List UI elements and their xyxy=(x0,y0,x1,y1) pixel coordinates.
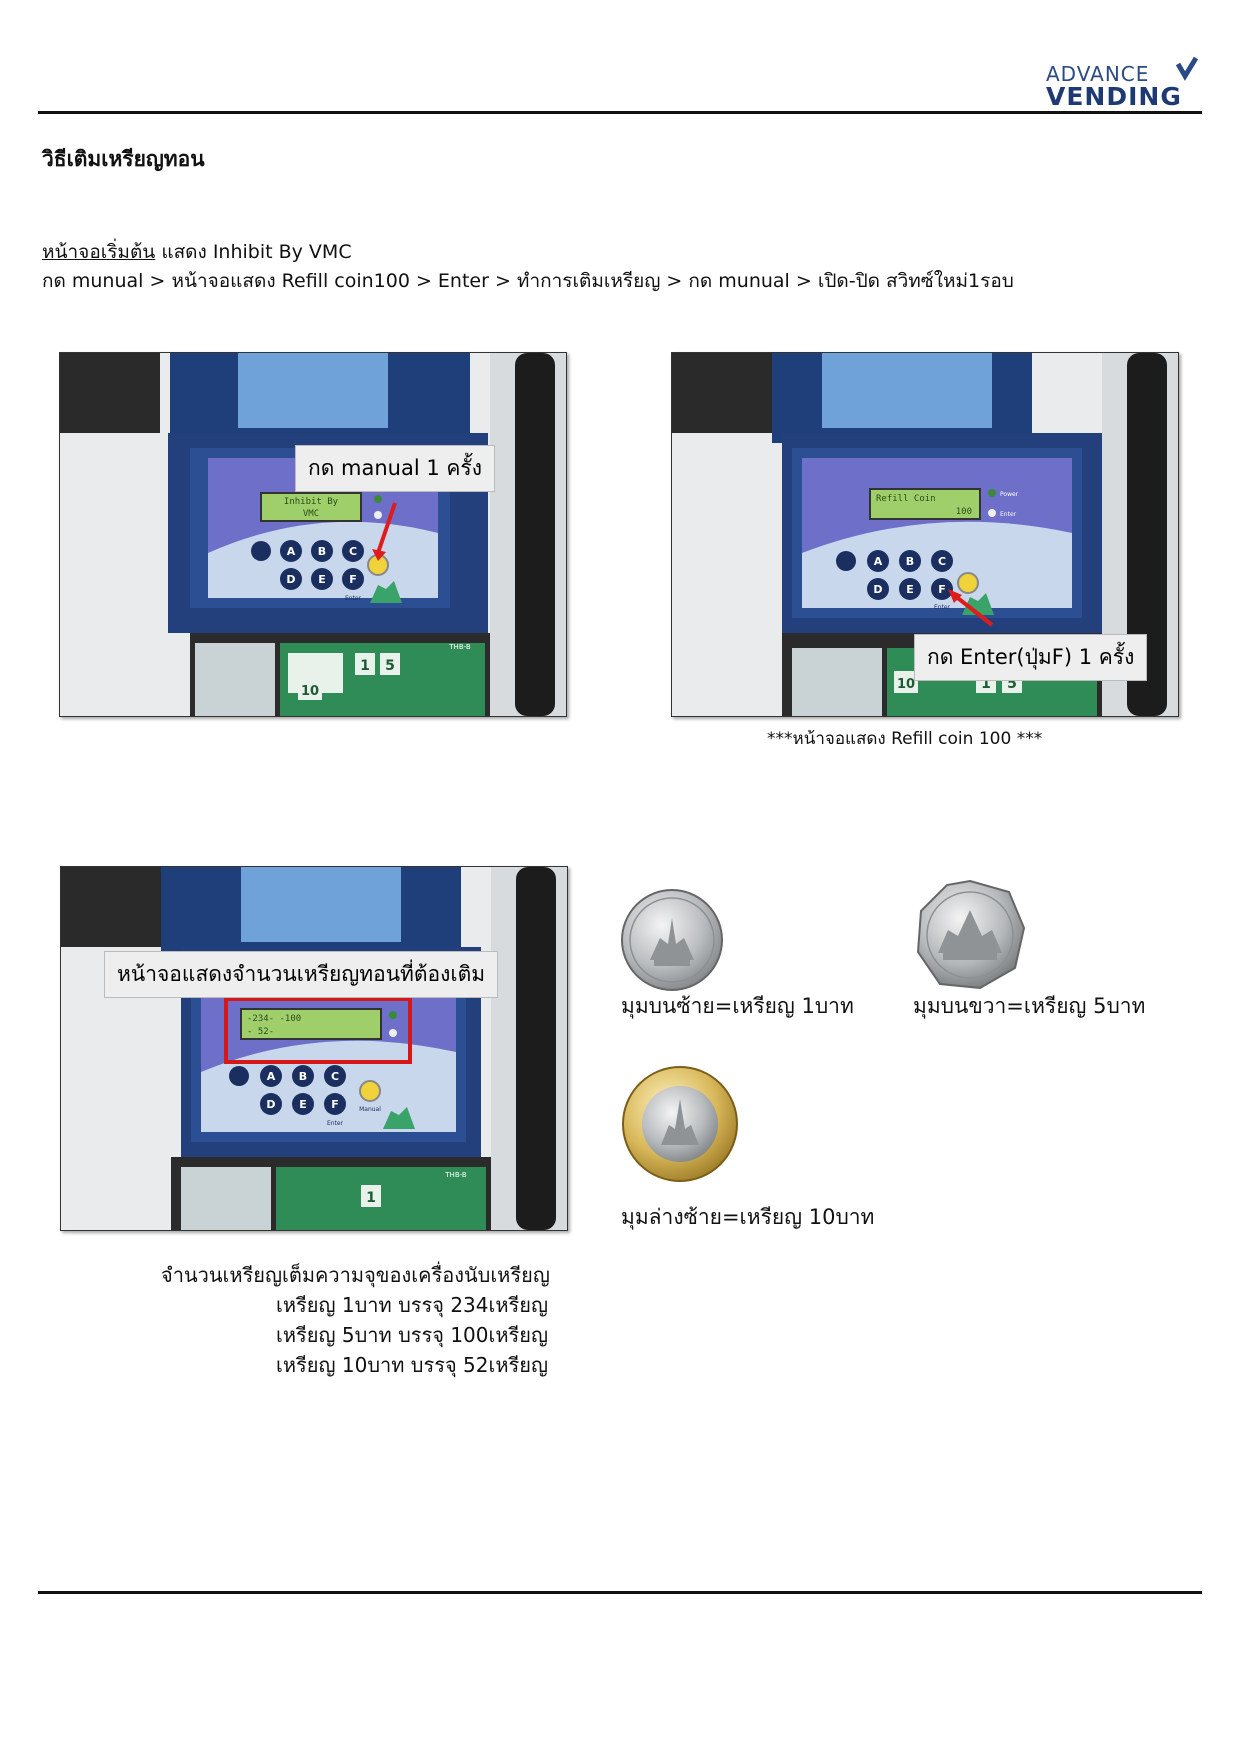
board-digit-5: 5 xyxy=(385,658,395,674)
key-b: B xyxy=(318,545,326,558)
board-label: THB-B xyxy=(444,1171,467,1179)
lcd-line2: VMC xyxy=(303,509,319,519)
key-a: A xyxy=(267,1070,276,1083)
capacity-row: เหรียญ 10บาท บรรจุ 52เหรียญ xyxy=(276,1353,549,1377)
photo-inhibit-screen: Inhibit By VMC A B C D E F Enter 1 5 10 … xyxy=(59,352,567,717)
key-e: E xyxy=(906,583,914,596)
page-title: วิธีเติมเหรียญทอน xyxy=(42,147,205,171)
key-d: D xyxy=(873,583,882,596)
footer-rule xyxy=(38,1591,1202,1594)
coin-5-baht-icon xyxy=(916,879,1026,990)
key-b: B xyxy=(299,1070,307,1083)
key-e: E xyxy=(318,573,326,586)
key-d: D xyxy=(286,573,295,586)
manual-key-label: Manual xyxy=(359,1106,381,1113)
lcd-line1: Refill Coin xyxy=(876,494,936,504)
board-digit-1: 1 xyxy=(366,1190,376,1206)
intro-line: หน้าจอเริ่มต้น แสดง Inhibit By VMC xyxy=(42,237,352,267)
key-f: F xyxy=(349,573,357,586)
key-b: B xyxy=(906,555,914,568)
coin-1-baht-icon xyxy=(621,889,723,991)
callout-press-enter: กด Enter(ปุ่มF) 1 ครั้ง xyxy=(914,634,1148,681)
enter-key-label: Enter xyxy=(934,604,951,611)
board-digit-10: 10 xyxy=(301,684,319,699)
callout-press-manual: กด manual 1 ครั้ง xyxy=(295,445,495,492)
steps-line: กด munual > หน้าจอแสดง Refill coin100 > … xyxy=(42,270,1014,292)
key-a: A xyxy=(874,555,883,568)
enter-key-label: Enter xyxy=(327,1120,344,1127)
power-led-label: Power xyxy=(1000,491,1019,498)
capacity-heading: จำนวนเหรียญเต็มความจุของเครื่องนับเหรียญ xyxy=(161,1263,550,1287)
callout-coin-count: หน้าจอแสดงจำนวนเหรียญทอนที่ต้องเติม xyxy=(104,951,499,998)
board-digit-1: 1 xyxy=(360,658,370,674)
logo-check-icon xyxy=(1176,56,1198,81)
intro-underlined: หน้าจอเริ่มต้น xyxy=(42,241,156,263)
photo-coin-count-screen: -234- -100 - 52- A B C D E F Enter Manua… xyxy=(60,866,568,1231)
capacity-row: เหรียญ 1บาท บรรจุ 234เหรียญ xyxy=(276,1293,549,1317)
key-c: C xyxy=(349,545,357,558)
board-label: THB-B xyxy=(448,643,471,651)
coin-10-label: มุมล่างซ้าย=เหรียญ 10บาท xyxy=(621,1205,875,1229)
coin-10-baht-icon xyxy=(622,1066,738,1182)
key-d: D xyxy=(266,1098,275,1111)
lcd-line2: 100 xyxy=(956,507,972,517)
key-f: F xyxy=(938,583,946,596)
lcd-line1: -234- -100 xyxy=(247,1014,301,1024)
lcd-line1: Inhibit By xyxy=(284,497,339,507)
intro-rest: แสดง Inhibit By VMC xyxy=(155,241,352,263)
coin-5-label: มุมบนขวา=เหรียญ 5บาท xyxy=(913,994,1146,1018)
key-c: C xyxy=(938,555,946,568)
key-f: F xyxy=(331,1098,339,1111)
logo-vending-text: VENDING xyxy=(1046,82,1182,111)
coin-1-label: มุมบนซ้าย=เหรียญ 1บาท xyxy=(621,994,854,1018)
key-c: C xyxy=(331,1070,339,1083)
key-e: E xyxy=(299,1098,307,1111)
capacity-row: เหรียญ 5บาท บรรจุ 100เหรียญ xyxy=(276,1323,549,1347)
lcd-line2: - 52- xyxy=(247,1027,274,1037)
refill-caption: ***หน้าจอแสดง Refill coin 100 *** xyxy=(767,729,1043,749)
enter-key-label: Enter xyxy=(345,595,362,602)
key-a: A xyxy=(287,545,296,558)
header-rule xyxy=(38,111,1202,114)
board-digit-10: 10 xyxy=(897,677,915,692)
enter-led-label: Enter xyxy=(1000,511,1017,518)
